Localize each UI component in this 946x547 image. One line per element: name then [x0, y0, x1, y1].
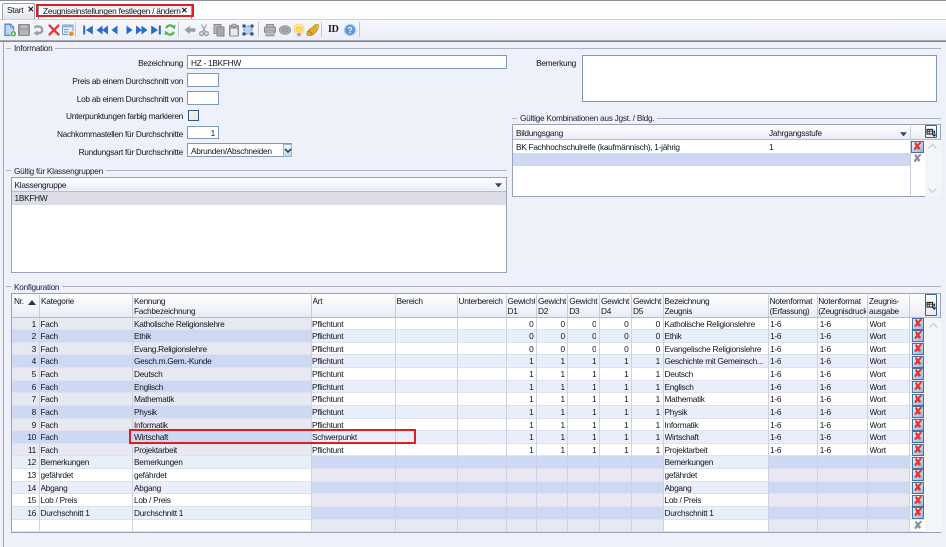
svg-text:?: ? [348, 25, 353, 35]
